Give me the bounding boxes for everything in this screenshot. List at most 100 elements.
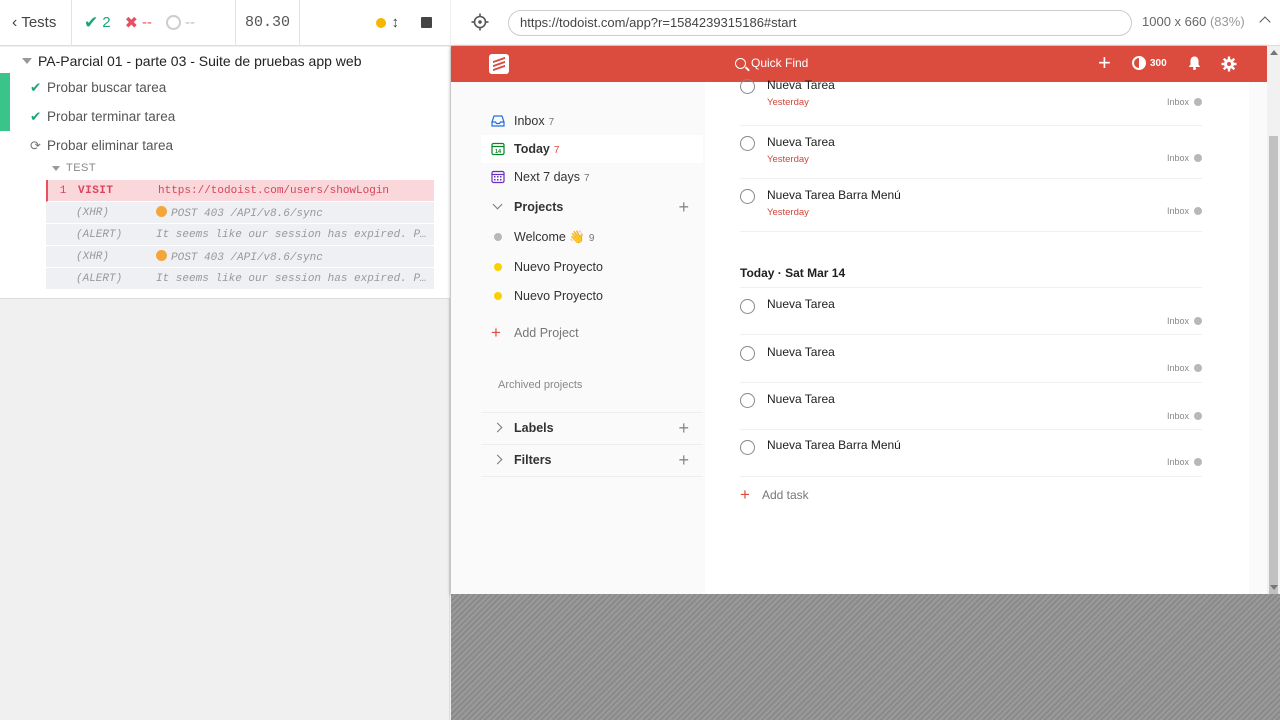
divider [481, 476, 703, 477]
task-item[interactable]: Nueva Tarea Inbox [740, 288, 1202, 335]
svg-text:14: 14 [495, 149, 502, 155]
quick-add-icon[interactable]: + [1098, 52, 1111, 74]
failed-stat: ✖ -- [125, 13, 152, 33]
calendar-today-icon: 14 [491, 142, 505, 156]
today-count: 7 [553, 145, 560, 156]
task-checkbox[interactable] [740, 346, 755, 361]
x-icon: ✖ [124, 14, 138, 32]
search-icon [735, 57, 746, 69]
chevron-right-icon [492, 422, 503, 433]
task-checkbox[interactable] [740, 136, 755, 151]
tests-back-button[interactable]: ‹ Tests [0, 0, 72, 46]
sidebar-item-label: Nuevo Proyecto [514, 260, 603, 274]
sidebar-item-next-7-days[interactable]: Next 7 days 7 [481, 163, 703, 191]
add-task-button[interactable]: + Add task [740, 485, 809, 505]
archived-projects-link[interactable]: Archived projects [498, 379, 582, 391]
viewport-size: 1000 x 660 [1142, 14, 1207, 29]
sidebar-item-inbox[interactable]: Inbox 7 [481, 107, 703, 135]
todoist-logo-icon[interactable] [489, 54, 509, 74]
command-row[interactable]: (ALERT) It seems like our session has ex… [46, 268, 434, 290]
task-project-label: Inbox [1166, 97, 1189, 107]
bell-icon[interactable] [1188, 56, 1201, 70]
task-item[interactable]: Nueva Tarea Barra Menú Inbox [740, 430, 1202, 477]
command-row[interactable]: (ALERT) It seems like our session has ex… [46, 224, 434, 246]
inbox-count: 7 [548, 117, 555, 128]
chevron-right-icon [492, 454, 503, 465]
project-color-dot [1194, 207, 1202, 215]
test-label: Probar buscar tarea [47, 80, 167, 95]
project-label: Welcome 👋 [514, 229, 585, 244]
sidebar-item-project-nuevo-proyecto[interactable]: Nuevo Proyecto [481, 253, 703, 281]
sidebar-item-label: Today 7 [514, 142, 559, 156]
command-row[interactable]: (XHR) POST 403 /API/v8.6/sync [46, 246, 434, 268]
projects-section-header[interactable]: Projects + [481, 192, 703, 222]
test-runner-panel: ‹ Tests ✔ 2 ✖ -- -- 80.30 ↕ PA-Parcial 0… [0, 0, 450, 720]
command-row[interactable]: (XHR) POST 403 /API/v8.6/sync [46, 202, 434, 224]
test-item[interactable]: ✔ Probar terminar tarea [0, 102, 450, 131]
task-name: Nueva Tarea [767, 78, 835, 92]
task-checkbox[interactable] [740, 393, 755, 408]
selector-playground-icon[interactable] [471, 13, 489, 31]
project-color-dot [1194, 98, 1202, 106]
task-due-date: Yesterday [767, 154, 809, 165]
task-name: Nueva Tarea Barra Menú [767, 438, 901, 452]
command-name: (ALERT) [76, 228, 123, 241]
project-count: 9 [588, 232, 595, 244]
task-project: Inbox [1167, 153, 1202, 163]
task-item[interactable]: Nueva Tarea Yesterday Inbox [740, 74, 1202, 126]
task-name: Nueva Tarea Barra Menú [767, 188, 901, 202]
add-project-label: Add Project [514, 326, 579, 340]
command-number: 1 [59, 184, 67, 197]
sidebar-item-today[interactable]: 14 Today 7 [481, 135, 703, 163]
command-name: (XHR) [76, 250, 110, 263]
scrollbar-thumb[interactable] [1269, 136, 1278, 611]
test-item[interactable]: ✔ Probar buscar tarea [0, 73, 450, 102]
task-item[interactable]: Nueva Tarea Barra Menú Yesterday Inbox [740, 179, 1202, 232]
task-project: Inbox [1167, 457, 1202, 467]
project-color-dot [494, 263, 502, 271]
command-row[interactable]: 1 VISIT https://todoist.com/users/showLo… [46, 180, 434, 202]
task-checkbox[interactable] [740, 440, 755, 455]
failed-count: -- [142, 14, 152, 31]
command-message: POST 403 /API/v8.6/sync [156, 205, 434, 220]
inbox-icon [491, 115, 505, 127]
scroll-up-arrow-icon[interactable] [1270, 50, 1278, 55]
task-checkbox[interactable] [740, 79, 755, 94]
projects-label: Projects [514, 200, 564, 214]
test-section-label: TEST [66, 162, 97, 174]
sidebar-item-project-welcome[interactable]: Welcome 👋 9 [481, 223, 703, 251]
app-scrollbar[interactable] [1267, 46, 1280, 611]
filters-section-header[interactable]: Filters + [481, 445, 703, 475]
test-section-toggle[interactable]: TEST [52, 162, 96, 174]
url-bar[interactable]: https://todoist.com/app?r=1584239315186#… [508, 10, 1132, 36]
project-color-dot [494, 233, 502, 241]
gear-icon[interactable] [1221, 56, 1237, 72]
quick-find-search[interactable]: Quick Find [735, 56, 808, 70]
chevron-up-icon[interactable] [1259, 16, 1271, 28]
task-item[interactable]: Nueva Tarea Inbox [740, 383, 1202, 430]
add-label-icon[interactable]: + [678, 418, 689, 439]
task-item[interactable]: Nueva Tarea Inbox [740, 335, 1202, 383]
arrows-vertical-icon: ↕ [391, 14, 400, 31]
check-icon: ✔ [84, 12, 99, 32]
test-item[interactable]: ⟳ Probar eliminar tarea [0, 131, 450, 160]
suite-title[interactable]: PA-Parcial 01 - parte 03 - Suite de prue… [22, 53, 361, 69]
stop-icon[interactable] [421, 17, 432, 28]
add-project-button[interactable]: + Add Project [481, 319, 703, 347]
auto-scroll-toggle[interactable]: ↕ [375, 14, 400, 31]
task-checkbox[interactable] [740, 189, 755, 204]
task-checkbox[interactable] [740, 299, 755, 314]
labels-section-header[interactable]: Labels + [481, 413, 703, 443]
pending-count: -- [185, 14, 195, 31]
add-project-icon[interactable]: + [678, 197, 689, 218]
task-item[interactable]: Nueva Tarea Yesterday Inbox [740, 126, 1202, 179]
karma-button[interactable]: 300 [1132, 56, 1167, 70]
viewport-zoom: (83%) [1209, 14, 1245, 29]
calendar-week-icon [491, 170, 505, 184]
plus-icon: + [740, 485, 750, 504]
scroll-down-arrow-icon[interactable] [1270, 585, 1278, 590]
add-filter-icon[interactable]: + [678, 450, 689, 471]
labels-label: Labels [514, 421, 554, 435]
sidebar-item-project-nuevo-proyecto[interactable]: Nuevo Proyecto [481, 282, 703, 310]
chevron-left-icon: ‹ [12, 13, 18, 31]
